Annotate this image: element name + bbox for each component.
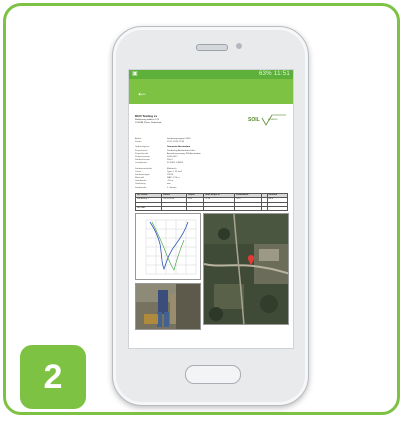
battery-level: 63% [259, 71, 272, 77]
table-cell [203, 205, 236, 212]
meta-key: Sondeerder [135, 186, 147, 189]
meta-row: Sondeerder J. Jansen [135, 187, 288, 190]
satellite-map-thumbnail [203, 213, 289, 326]
meta-value: 25-11-2016 11:39 [167, 141, 184, 144]
table-cell [161, 205, 188, 212]
report-figures [135, 213, 289, 331]
logo-check-icon [261, 114, 286, 126]
cpt-chart-thumbnail [135, 213, 201, 281]
report-address-1: Bedrijfsweg address 123 [135, 119, 159, 121]
status-time: 11:51 [273, 71, 290, 77]
speaker-grille [196, 44, 228, 51]
phone-frame: ▣ 63% 11:51 ← DUO Testing sv Bedrijfsweg… [112, 26, 309, 406]
report-document[interactable]: DUO Testing sv Bedrijfsweg address 123 1… [134, 110, 289, 340]
meta-value: 52.3402, 4.8469 [167, 162, 183, 165]
meta-key: Datum [135, 141, 142, 144]
table-cell [186, 205, 205, 212]
report-table: Nr/ locatie Datum Diepte Start diepte m … [134, 192, 289, 212]
report-company: DUO Testing sv [135, 114, 158, 118]
report-meta: Artikel Sonderingsrapport 2016 Datum 25-11-… [135, 138, 288, 190]
table-cell: Ref NAP [134, 205, 163, 212]
front-camera [236, 43, 242, 49]
meta-row: Datum 25-11-2016 11:39 [135, 141, 288, 144]
phone-screen: ▣ 63% 11:51 ← DUO Testing sv Bedrijfsweg… [128, 69, 294, 349]
satellite-map-graphic [204, 214, 288, 325]
step-badge: 2 [20, 345, 86, 409]
status-bar: ▣ 63% 11:51 [129, 70, 293, 79]
soil-logo: SOIL systems [248, 114, 286, 127]
meta-row: Coordinaten 52.3402, 4.8469 [135, 162, 288, 165]
home-button[interactable] [185, 365, 241, 384]
meta-key: Coordinaten [135, 162, 147, 165]
meta-value: J. Jansen [167, 186, 177, 189]
cpt-chart-graphic [145, 220, 197, 275]
gallery-icon: ▣ [132, 71, 138, 77]
field-photo-graphic [136, 284, 200, 330]
report-header: DUO Testing sv Bedrijfsweg address 123 1… [135, 110, 288, 138]
back-arrow-icon[interactable]: ← [136, 85, 148, 99]
report-address-2: 1234 AB Plaats, Nederland [135, 122, 162, 124]
app-bar: ← [129, 79, 293, 104]
status-icons: 63% 11:51 [259, 70, 290, 79]
field-photo-thumbnail [135, 283, 201, 331]
table-cell [266, 205, 289, 212]
logo-sub: systems [268, 118, 278, 121]
table-cell [234, 205, 263, 212]
table-row: Ref NAP [134, 205, 289, 212]
